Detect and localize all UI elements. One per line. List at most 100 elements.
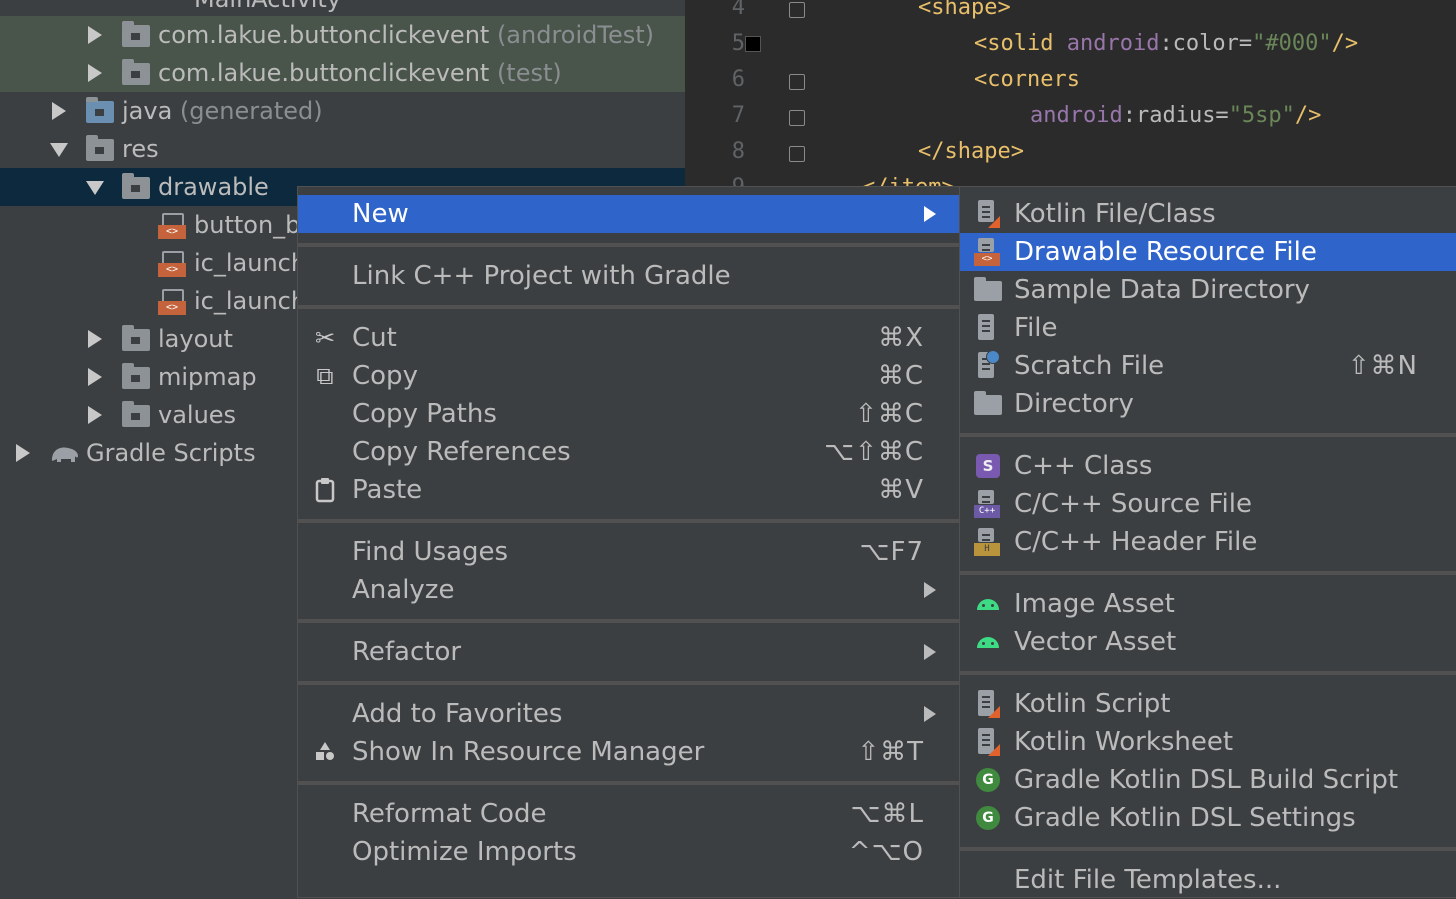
submenu-item-label: Kotlin Script bbox=[1014, 689, 1171, 719]
fold-marker-icon[interactable] bbox=[789, 146, 805, 162]
tree-item-label: java bbox=[122, 97, 173, 125]
code-line: </shape> bbox=[918, 134, 1024, 170]
expand-arrow-icon[interactable] bbox=[16, 444, 30, 462]
submenu-item-kotlin-script[interactable]: Kotlin Script bbox=[960, 685, 1456, 723]
submenu-item-shortcut: ⇧⌘N bbox=[1347, 351, 1418, 381]
submenu-item-sample-data-directory[interactable]: Sample Data Directory bbox=[960, 271, 1456, 309]
folder-icon bbox=[122, 173, 150, 199]
line-number: 6 bbox=[731, 67, 745, 92]
scissors-icon: ✂ bbox=[314, 324, 336, 352]
xml-value: "#000" bbox=[1252, 31, 1332, 56]
folder-icon bbox=[122, 325, 150, 351]
submenu-item-file[interactable]: File bbox=[960, 309, 1456, 347]
submenu-item-image-asset[interactable]: Image Asset bbox=[960, 585, 1456, 623]
xml-namespace: android bbox=[1030, 103, 1123, 128]
color-swatch-icon[interactable] bbox=[745, 36, 761, 52]
expand-arrow-icon[interactable] bbox=[88, 406, 102, 424]
drawable-xml-icon: <> bbox=[974, 238, 1002, 266]
menu-item-copy[interactable]: ⧉ Copy ⌘C bbox=[298, 357, 960, 395]
menu-item-copy-references[interactable]: Copy References ⌥⇧⌘C bbox=[298, 433, 960, 471]
folder-icon bbox=[974, 390, 1002, 418]
menu-item-shortcut: ⌥⌘L bbox=[850, 799, 924, 829]
tree-item-java-generated[interactable]: java (generated) bbox=[0, 92, 685, 130]
folder-icon bbox=[974, 276, 1002, 304]
code-line: <corners bbox=[974, 62, 1080, 98]
expand-arrow-icon[interactable] bbox=[88, 26, 102, 44]
submenu-item-cpp-source-file[interactable]: C++ C/C++ Source File bbox=[960, 485, 1456, 523]
submenu-item-directory[interactable]: Directory bbox=[960, 385, 1456, 423]
menu-item-refactor[interactable]: Refactor bbox=[298, 633, 960, 671]
menu-item-paste[interactable]: Paste ⌘V bbox=[298, 471, 960, 509]
gradle-badge: G bbox=[976, 768, 1000, 792]
submenu-item-gradle-kotlin-dsl-settings[interactable]: G Gradle Kotlin DSL Settings bbox=[960, 799, 1456, 837]
menu-item-cut[interactable]: ✂ Cut ⌘X bbox=[298, 319, 960, 357]
submenu-item-edit-file-templates[interactable]: Edit File Templates... bbox=[960, 861, 1456, 899]
submenu-arrow-icon bbox=[924, 644, 936, 660]
fold-marker-icon[interactable] bbox=[789, 74, 805, 90]
resource-manager-icon bbox=[312, 739, 338, 765]
submenu-item-label: Sample Data Directory bbox=[1014, 275, 1310, 305]
menu-item-copy-paths[interactable]: Copy Paths ⇧⌘C bbox=[298, 395, 960, 433]
kotlin-script-icon bbox=[974, 690, 1002, 718]
expand-arrow-icon[interactable] bbox=[88, 330, 102, 348]
submenu-item-gradle-kotlin-dsl-build-script[interactable]: G Gradle Kotlin DSL Build Script bbox=[960, 761, 1456, 799]
folder-icon bbox=[122, 401, 150, 427]
submenu-item-label: Gradle Kotlin DSL Build Script bbox=[1014, 765, 1399, 795]
fold-marker-icon[interactable] bbox=[789, 2, 805, 18]
menu-item-find-usages[interactable]: Find Usages ⌥F7 bbox=[298, 533, 960, 571]
menu-separator bbox=[298, 681, 960, 685]
tree-item-androidtest-package[interactable]: com.lakue.buttonclickevent (androidTest) bbox=[0, 16, 685, 54]
submenu-item-kotlin-file-class[interactable]: Kotlin File/Class bbox=[960, 195, 1456, 233]
cpp-header-badge: H bbox=[974, 543, 1000, 556]
menu-item-optimize-imports[interactable]: Optimize Imports ^⌥O bbox=[298, 833, 960, 871]
xml-file-icon: <> bbox=[158, 289, 186, 315]
tree-item-label: mipmap bbox=[158, 363, 257, 391]
xml-namespace: android bbox=[1066, 31, 1160, 56]
gradle-elephant-icon bbox=[48, 442, 80, 466]
menu-item-reformat-code[interactable]: Reformat Code ⌥⌘L bbox=[298, 795, 960, 833]
submenu-item-vector-asset[interactable]: Vector Asset bbox=[960, 623, 1456, 661]
submenu-item-label: Edit File Templates... bbox=[1014, 865, 1282, 895]
code-line: <shape> bbox=[918, 0, 1011, 26]
submenu-item-kotlin-worksheet[interactable]: Kotlin Worksheet bbox=[960, 723, 1456, 761]
menu-item-shortcut: ⌥⇧⌘C bbox=[824, 437, 924, 467]
scratch-file-icon bbox=[974, 350, 1002, 380]
collapse-arrow-icon[interactable] bbox=[50, 143, 68, 157]
menu-separator bbox=[298, 619, 960, 623]
fold-marker-icon[interactable] bbox=[789, 110, 805, 126]
tree-item-test-package[interactable]: com.lakue.buttonclickevent (test) bbox=[0, 54, 685, 92]
xml-tag: <shape> bbox=[918, 0, 1011, 20]
expand-arrow-icon[interactable] bbox=[88, 368, 102, 386]
submenu-arrow-icon bbox=[924, 706, 936, 722]
context-menu: New Link C++ Project with Gradle ✂ Cut ⌘… bbox=[298, 187, 960, 897]
menu-item-show-in-resource-manager[interactable]: Show In Resource Manager ⇧⌘T bbox=[298, 733, 960, 771]
menu-item-label: Copy References bbox=[352, 437, 571, 467]
tree-item-label: layout bbox=[158, 325, 233, 353]
submenu-item-label: Gradle Kotlin DSL Settings bbox=[1014, 803, 1356, 833]
menu-item-analyze[interactable]: Analyze bbox=[298, 571, 960, 609]
submenu-arrow-icon bbox=[924, 582, 936, 598]
menu-item-label: Analyze bbox=[352, 575, 455, 605]
menu-separator bbox=[298, 305, 960, 309]
menu-item-new[interactable]: New bbox=[298, 195, 960, 233]
menu-item-add-to-favorites[interactable]: Add to Favorites bbox=[298, 695, 960, 733]
collapse-arrow-icon[interactable] bbox=[86, 181, 104, 195]
tree-item-res[interactable]: res bbox=[0, 130, 685, 168]
xml-attribute: :color= bbox=[1159, 31, 1253, 56]
expand-arrow-icon[interactable] bbox=[52, 102, 66, 120]
xml-tag: </shape> bbox=[918, 139, 1024, 164]
submenu-item-drawable-resource-file[interactable]: <> Drawable Resource File bbox=[960, 233, 1456, 271]
submenu-item-cpp-header-file[interactable]: H C/C++ Header File bbox=[960, 523, 1456, 561]
expand-arrow-icon[interactable] bbox=[88, 64, 102, 82]
menu-separator bbox=[960, 671, 1456, 675]
code-editor[interactable]: 4 5 6 7 8 9 <shape> <solid android:color… bbox=[685, 0, 1456, 200]
submenu-item-cpp-class[interactable]: S C++ Class bbox=[960, 447, 1456, 485]
submenu-item-scratch-file[interactable]: Scratch File ⇧⌘N bbox=[960, 347, 1456, 385]
submenu-item-label: Vector Asset bbox=[1014, 627, 1177, 657]
xml-file-icon: <> bbox=[158, 251, 186, 277]
copy-icon: ⧉ bbox=[316, 362, 334, 390]
cpp-class-icon: S bbox=[974, 452, 1002, 480]
line-number: 4 bbox=[731, 0, 745, 20]
tree-item-label: drawable bbox=[158, 173, 269, 201]
menu-item-link-cpp-project[interactable]: Link C++ Project with Gradle bbox=[298, 257, 960, 295]
